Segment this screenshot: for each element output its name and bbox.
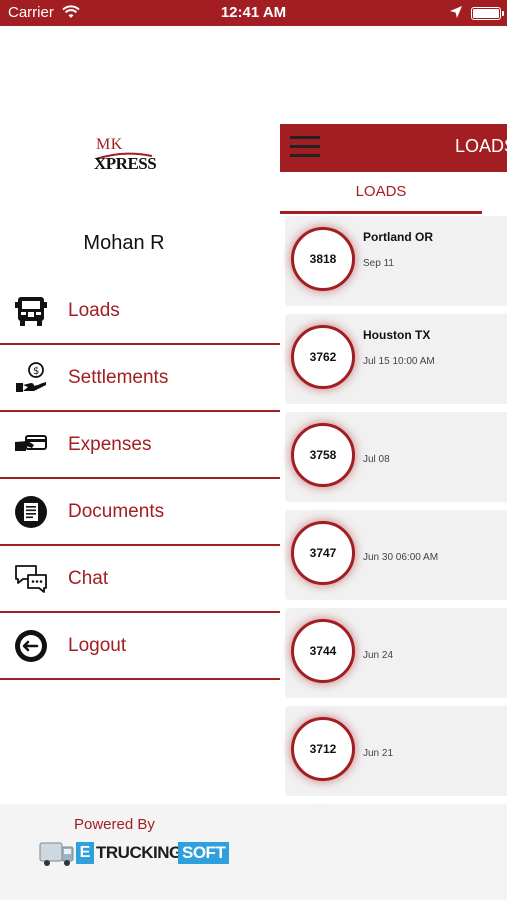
menu-item-expenses[interactable]: Expenses [0, 412, 280, 479]
load-card[interactable]: 3762 Houston TX Jul 15 10:00 AM [285, 314, 507, 404]
card-hand-icon [14, 428, 48, 462]
menu-label: Loads [68, 300, 120, 321]
mk-xpress-logo: MK XPRESS [94, 136, 157, 180]
truck-logo-icon [39, 842, 74, 866]
powered-by-label: Powered By [74, 816, 155, 833]
logo-xpress-text: XPRESS [94, 154, 157, 173]
logout-icon [14, 629, 48, 663]
load-date: Jul 15 10:00 AM [363, 356, 435, 367]
tab-loads[interactable]: LOADS [280, 172, 482, 214]
load-date: Jun 21 [363, 748, 394, 759]
load-date: Sep 11 [363, 258, 394, 269]
drawer-menu: Loads $ Settlements Expenses Documents C… [0, 278, 280, 680]
brand-soft: SOFT [178, 842, 230, 864]
hamburger-menu-icon[interactable] [290, 136, 320, 158]
navigation-drawer: MK XPRESS Mohan R Loads $ Settlements Ex… [0, 26, 280, 804]
load-card[interactable]: 3758 Jul 08 [285, 412, 507, 502]
menu-item-documents[interactable]: Documents [0, 479, 280, 546]
load-card[interactable]: 3818 Portland OR Sep 11 [285, 216, 507, 306]
app-bar: LOADS [280, 124, 507, 172]
powered-by-footer: Powered By E TRUCKING SOFT [0, 804, 507, 900]
menu-label: Documents [68, 501, 165, 522]
svg-text:$: $ [33, 366, 39, 377]
load-id-badge: 3747 [291, 521, 355, 585]
document-icon [14, 495, 48, 529]
load-card[interactable]: 3747 Jun 30 06:00 AM [285, 510, 507, 600]
load-date: Jul 08 [363, 454, 390, 465]
chat-icon [14, 562, 48, 596]
menu-label: Expenses [68, 434, 152, 455]
load-city: Houston TX [363, 328, 431, 342]
menu-item-loads[interactable]: Loads [0, 278, 280, 345]
load-date: Jun 30 06:00 AM [363, 552, 439, 563]
brand-trucking: TRUCKING [96, 843, 182, 862]
load-card[interactable]: 3712 Jun 21 [285, 706, 507, 796]
brand-e: E [76, 842, 94, 864]
tab-bar: LOADS [280, 172, 507, 214]
battery-icon [471, 7, 504, 20]
menu-label: Logout [68, 635, 127, 656]
page-title: LOADS [455, 136, 507, 156]
location-arrow-icon [449, 5, 463, 23]
load-id-badge: 3818 [291, 227, 355, 291]
load-id-badge: 3744 [291, 619, 355, 683]
menu-label: Settlements [68, 367, 169, 388]
clock: 12:41 AM [220, 4, 287, 21]
menu-item-settlements[interactable]: $ Settlements [0, 345, 280, 412]
load-id-badge: 3712 [291, 717, 355, 781]
truck-icon [14, 294, 48, 328]
money-hand-icon: $ [14, 361, 48, 395]
load-city: Portland OR [363, 230, 434, 244]
load-id-badge: 3762 [291, 325, 355, 389]
menu-label: Chat [68, 568, 109, 589]
menu-item-chat[interactable]: Chat [0, 546, 280, 613]
menu-item-logout[interactable]: Logout [0, 613, 280, 680]
load-date: Jun 24 [363, 650, 394, 661]
etruckingsoft-logo: E TRUCKING SOFT [38, 838, 238, 868]
status-bar: Carrier 12:41 AM [0, 0, 507, 26]
user-name: Mohan R [83, 232, 165, 254]
load-id-badge: 3758 [291, 423, 355, 487]
loads-screen: LOADS LOADS 3818 Portland OR Sep 11 3762… [280, 124, 507, 824]
load-card[interactable]: 3744 Jun 24 [285, 608, 507, 698]
